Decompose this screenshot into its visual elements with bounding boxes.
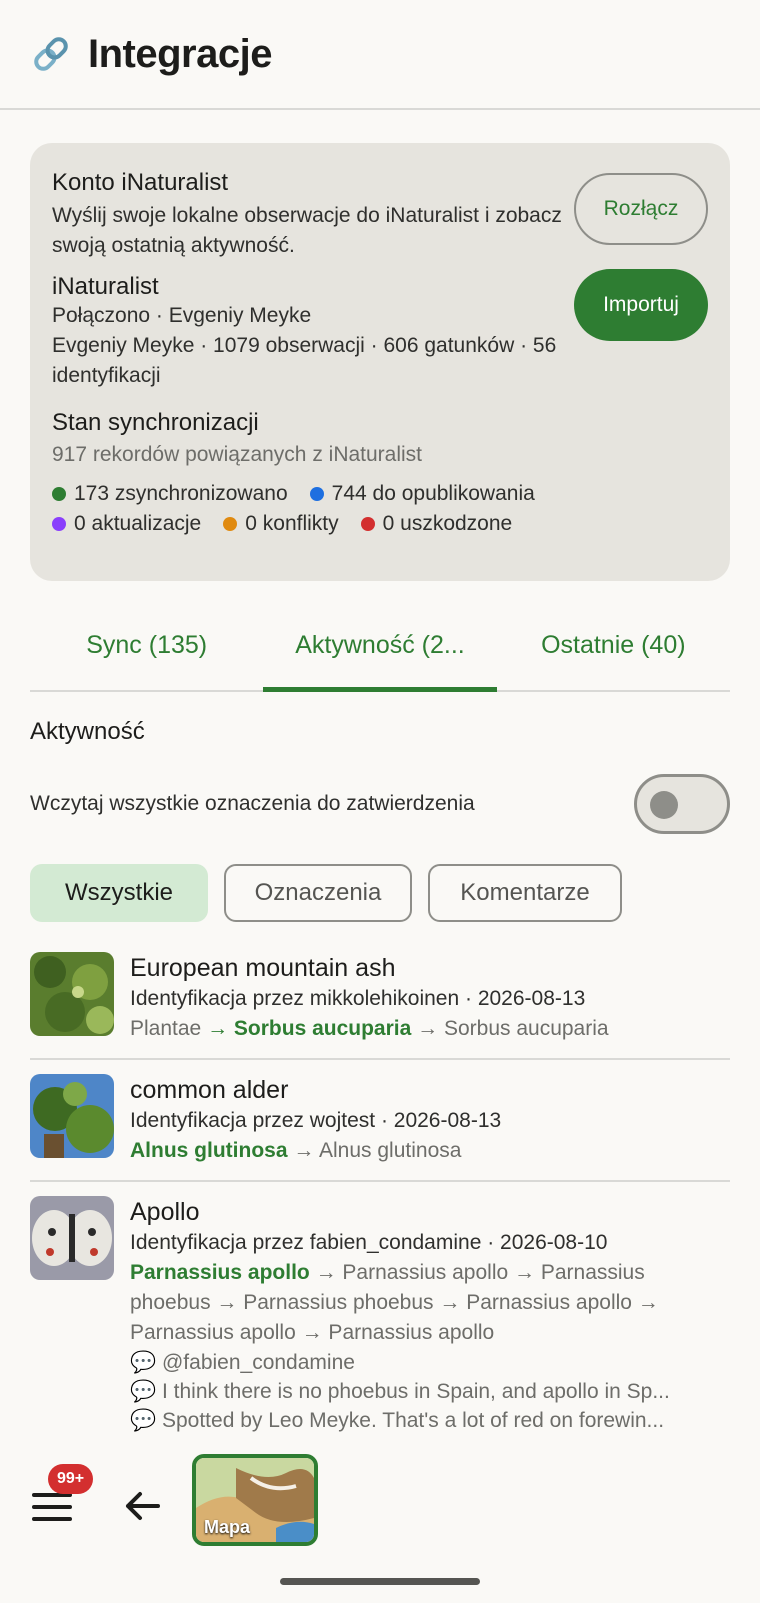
toggle-knob bbox=[650, 791, 678, 819]
list-item[interactable]: common alder Identyfikacja przez wojtest… bbox=[30, 1072, 730, 1182]
back-arrow-icon[interactable] bbox=[122, 1486, 162, 1526]
account-description: Wyślij swoje lokalne obserwacje do iNatu… bbox=[52, 204, 562, 257]
taxon-path: Plantae → Sorbus aucuparia → Sorbus aucu… bbox=[130, 1017, 609, 1040]
blue-dot-icon bbox=[309, 487, 324, 501]
chip-all[interactable]: Wszystkie bbox=[30, 864, 208, 922]
green-dot-icon bbox=[52, 487, 66, 501]
legend-conflicts: 0 konflikty bbox=[223, 512, 339, 536]
item-title: common alder bbox=[130, 1076, 289, 1104]
observation-photo bbox=[30, 952, 114, 1036]
filter-chips: Wszystkie Oznaczenia Komentarze bbox=[30, 864, 638, 922]
tab-sync[interactable]: Sync (135) bbox=[30, 600, 263, 690]
connection-status: Połączono · Evgeniy Meyke bbox=[52, 304, 312, 327]
taxon-path: Parnassius apollo → Parnassius apollo → … bbox=[130, 1261, 659, 1344]
item-subtitle: Identyfikacja przez mikkolehikoinen · 20… bbox=[130, 987, 586, 1010]
list-item[interactable]: Apollo Identyfikacja przez fabien_condam… bbox=[30, 1194, 730, 1449]
comment: 💬 Spotted by Leo Meyke. That's a lot of … bbox=[130, 1409, 665, 1432]
observation-photo bbox=[30, 1196, 114, 1280]
tab-recent[interactable]: Ostatnie (40) bbox=[497, 600, 730, 690]
inaturalist-account-card: Konto iNaturalist Wyślij swoje lokalne o… bbox=[30, 143, 730, 581]
load-all-identifications-row: Wczytaj wszystkie oznaczenia do zatwierd… bbox=[30, 772, 730, 836]
red-dot-icon bbox=[360, 517, 375, 531]
app-bar: Integracje bbox=[0, 0, 760, 110]
activity-title: Aktywność bbox=[30, 718, 145, 745]
map-button[interactable]: Mapa bbox=[192, 1454, 318, 1546]
legend-synced: 173 zsynchronizowano bbox=[52, 482, 288, 506]
chip-comments[interactable]: Komentarze bbox=[428, 864, 622, 922]
sync-heading: Stan synchronizacji bbox=[52, 409, 259, 436]
taxon-path: Alnus glutinosa → Alnus glutinosa bbox=[130, 1139, 462, 1162]
sync-legend: 173 zsynchronizowano 744 do opublikowani… bbox=[52, 479, 708, 539]
orange-dot-icon bbox=[223, 517, 238, 531]
sync-summary: 917 rekordów powiązanych z iNaturalist bbox=[52, 443, 423, 466]
purple-dot-icon bbox=[52, 517, 66, 531]
item-subtitle: Identyfikacja przez wojtest · 2026-08-13 bbox=[130, 1109, 502, 1132]
item-title: European mountain ash bbox=[130, 954, 396, 982]
item-title: Apollo bbox=[130, 1198, 200, 1226]
tab-bar: Sync (135) Aktywność (2... Ostatnie (40) bbox=[30, 600, 730, 692]
load-all-toggle[interactable] bbox=[634, 774, 730, 834]
comment: 💬 @fabien_condamine bbox=[130, 1351, 355, 1374]
tab-activity[interactable]: Aktywność (2... bbox=[263, 600, 497, 692]
account-stats: Evgeniy Meyke · 1079 obserwacji · 606 ga… bbox=[52, 334, 557, 387]
map-label: Mapa bbox=[204, 1517, 251, 1537]
list-item[interactable]: European mountain ash Identyfikacja prze… bbox=[30, 950, 730, 1060]
home-indicator bbox=[280, 1578, 480, 1585]
notification-badge: 99+ bbox=[48, 1464, 94, 1494]
page-title: Integracje bbox=[88, 31, 272, 76]
item-subtitle: Identyfikacja przez fabien_condamine · 2… bbox=[130, 1231, 608, 1254]
import-button[interactable]: Importuj bbox=[574, 269, 708, 341]
legend-to-publish: 744 do opublikowania bbox=[309, 482, 535, 506]
disconnect-button[interactable]: Rozłącz bbox=[574, 173, 708, 245]
comment: 💬 I think there is no phoebus in Spain, … bbox=[130, 1380, 670, 1403]
bottom-bar: 99+ Mapa bbox=[0, 1450, 760, 1550]
menu-icon[interactable] bbox=[30, 1490, 74, 1524]
link-icon bbox=[34, 37, 68, 71]
activity-list: European mountain ash Identyfikacja prze… bbox=[30, 950, 730, 1461]
legend-updates: 0 aktualizacje bbox=[52, 512, 201, 536]
observation-photo bbox=[30, 1074, 114, 1158]
chip-identifications[interactable]: Oznaczenia bbox=[224, 864, 412, 922]
toggle-label: Wczytaj wszystkie oznaczenia do zatwierd… bbox=[30, 792, 475, 815]
legend-damaged: 0 uszkodzone bbox=[360, 512, 512, 536]
